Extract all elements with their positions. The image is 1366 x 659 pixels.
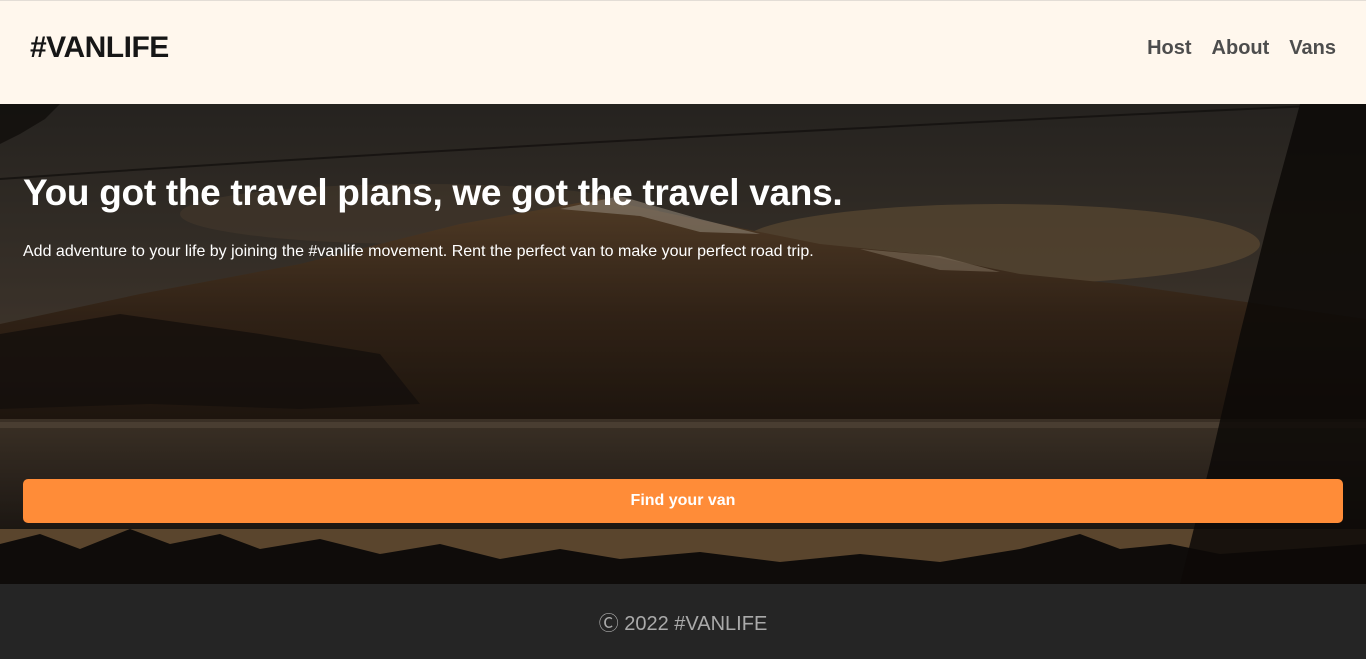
find-your-van-button[interactable]: Find your van xyxy=(23,479,1343,523)
nav-link-host[interactable]: Host xyxy=(1147,37,1191,60)
footer-copyright: Ⓒ 2022 #VANLIFE xyxy=(598,613,768,635)
hero-description: Add adventure to your life by joining th… xyxy=(23,243,814,260)
logo-link[interactable]: #VANLIFE xyxy=(30,31,169,65)
hero-title: You got the travel plans, we got the tra… xyxy=(23,172,843,213)
hero-section: You got the travel plans, we got the tra… xyxy=(0,104,1366,584)
site-header: #VANLIFE Host About Vans xyxy=(0,0,1366,104)
site-footer: Ⓒ 2022 #VANLIFE xyxy=(0,584,1366,659)
page: #VANLIFE Host About Vans You got the tra… xyxy=(0,0,1366,659)
main-nav: Host About Vans xyxy=(1147,37,1336,60)
nav-link-about[interactable]: About xyxy=(1212,37,1270,60)
nav-link-vans[interactable]: Vans xyxy=(1289,37,1336,60)
